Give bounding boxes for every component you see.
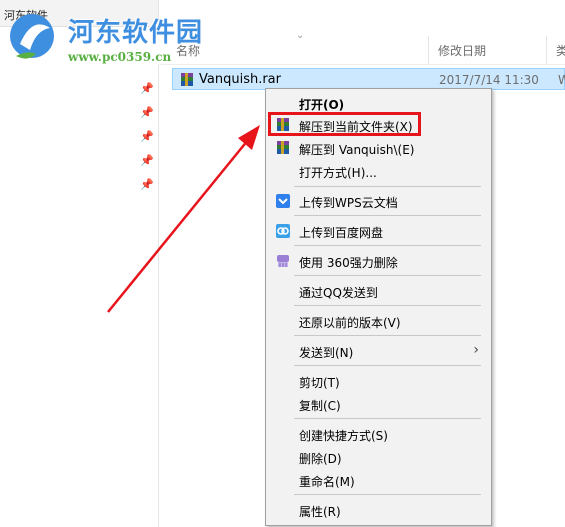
file-explorer-window: 河东软件 📌 📌 📌 📌 📌 ⌄ 名称 修改日期 类 Vanquish.rar …	[0, 0, 565, 527]
annotation-arrow	[107, 125, 260, 313]
